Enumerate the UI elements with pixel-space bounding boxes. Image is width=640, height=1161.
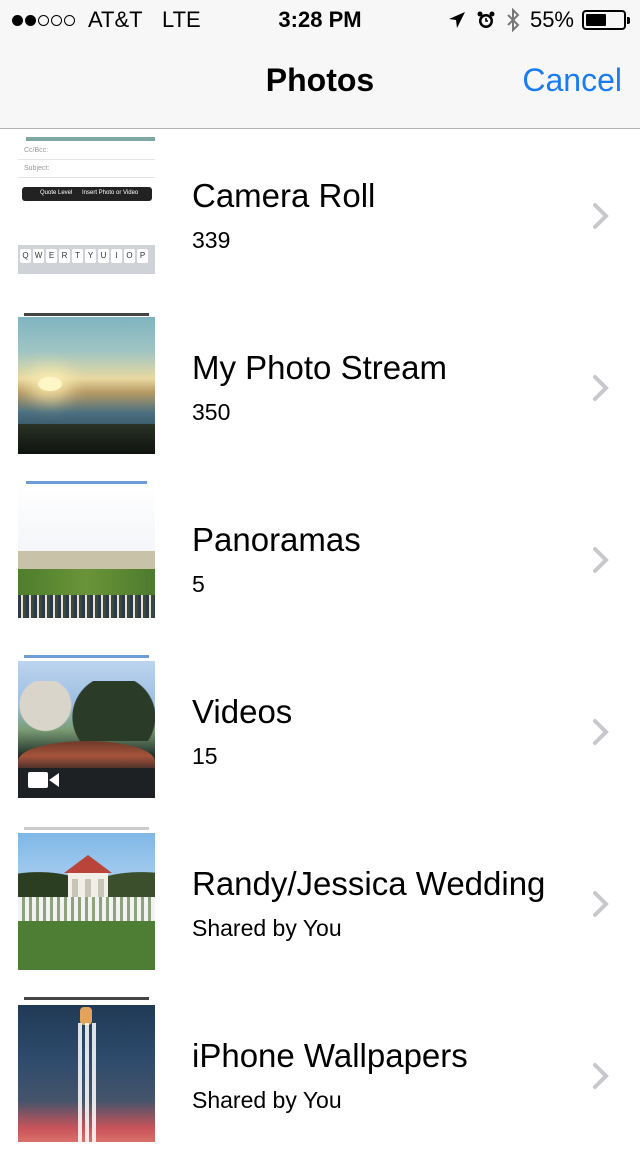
chevron-right-icon: [593, 375, 609, 401]
album-row-camera-roll[interactable]: Cc/Bcc: Subject: Quote Level Insert Phot…: [0, 129, 640, 301]
album-count: 15: [192, 743, 218, 769]
wallpapers-thumbnail: [18, 1005, 155, 1142]
key: O: [124, 249, 135, 263]
album-row-my-photo-stream[interactable]: My Photo Stream 350: [0, 301, 640, 473]
album-thumbnail: [18, 817, 155, 977]
album-row-randy-jessica-wedding[interactable]: Randy/Jessica Wedding Shared by You: [0, 817, 640, 989]
album-row-iphone-wallpapers[interactable]: iPhone Wallpapers Shared by You: [0, 989, 640, 1161]
cancel-button[interactable]: Cancel: [522, 62, 622, 99]
popup-item: Insert Photo or Video: [82, 190, 139, 196]
photo-stream-thumbnail: [18, 317, 155, 454]
alarm-clock-icon: [476, 10, 496, 30]
key: I: [111, 249, 122, 263]
album-title: Panoramas: [192, 521, 361, 558]
status-bar: AT&T LTE 3:28 PM 55%: [0, 0, 640, 40]
panoramas-thumbnail: [18, 481, 155, 618]
album-title: iPhone Wallpapers: [192, 1037, 468, 1074]
key: P: [137, 249, 148, 263]
album-row-panoramas[interactable]: Panoramas 5: [0, 473, 640, 645]
camera-roll-thumbnail: Cc/Bcc: Subject: Quote Level Insert Phot…: [18, 137, 155, 274]
album-count: 339: [192, 227, 231, 253]
album-shared-status: Shared by You: [192, 1087, 342, 1113]
navigation-bar: AT&T LTE 3:28 PM 55% Photos Cancel: [0, 0, 640, 129]
album-list: Cc/Bcc: Subject: Quote Level Insert Phot…: [0, 129, 640, 1161]
battery-icon: [582, 10, 630, 30]
video-camera-icon: [28, 772, 59, 788]
popup-item: Quote Level: [40, 190, 73, 196]
album-shared-status: Shared by You: [192, 915, 342, 941]
key: Y: [85, 249, 96, 263]
battery-percentage: 55%: [529, 7, 574, 32]
wedding-thumbnail: [18, 833, 155, 970]
key: W: [33, 249, 44, 263]
chevron-right-icon: [593, 547, 609, 573]
album-count: 350: [192, 399, 231, 425]
album-thumbnail: [18, 989, 155, 1149]
album-thumbnail: [18, 301, 155, 461]
key: E: [46, 249, 57, 263]
album-count: 5: [192, 571, 205, 597]
key: R: [59, 249, 70, 263]
album-title: Randy/Jessica Wedding: [192, 865, 546, 902]
key: Q: [20, 249, 31, 263]
subject-field-label: Subject:: [24, 165, 50, 172]
chevron-right-icon: [593, 1063, 609, 1089]
album-row-videos[interactable]: Videos 15: [0, 645, 640, 817]
chevron-right-icon: [593, 891, 609, 917]
album-title: Camera Roll: [192, 177, 376, 214]
edit-menu-popup: Quote Level Insert Photo or Video: [22, 187, 152, 201]
bluetooth-icon: [506, 8, 520, 32]
album-title: My Photo Stream: [192, 349, 447, 386]
album-thumbnail: [18, 645, 155, 805]
album-title: Videos: [192, 693, 293, 730]
chevron-right-icon: [593, 203, 609, 229]
location-arrow-icon: [448, 11, 466, 29]
album-thumbnail: Cc/Bcc: Subject: Quote Level Insert Phot…: [18, 129, 155, 289]
chevron-right-icon: [593, 719, 609, 745]
key: U: [98, 249, 109, 263]
videos-thumbnail: [18, 661, 155, 798]
key: T: [72, 249, 83, 263]
keyboard: Q W E R T Y U I O P: [18, 245, 155, 274]
cc-field-label: Cc/Bcc:: [24, 147, 49, 154]
album-thumbnail: [18, 473, 155, 633]
